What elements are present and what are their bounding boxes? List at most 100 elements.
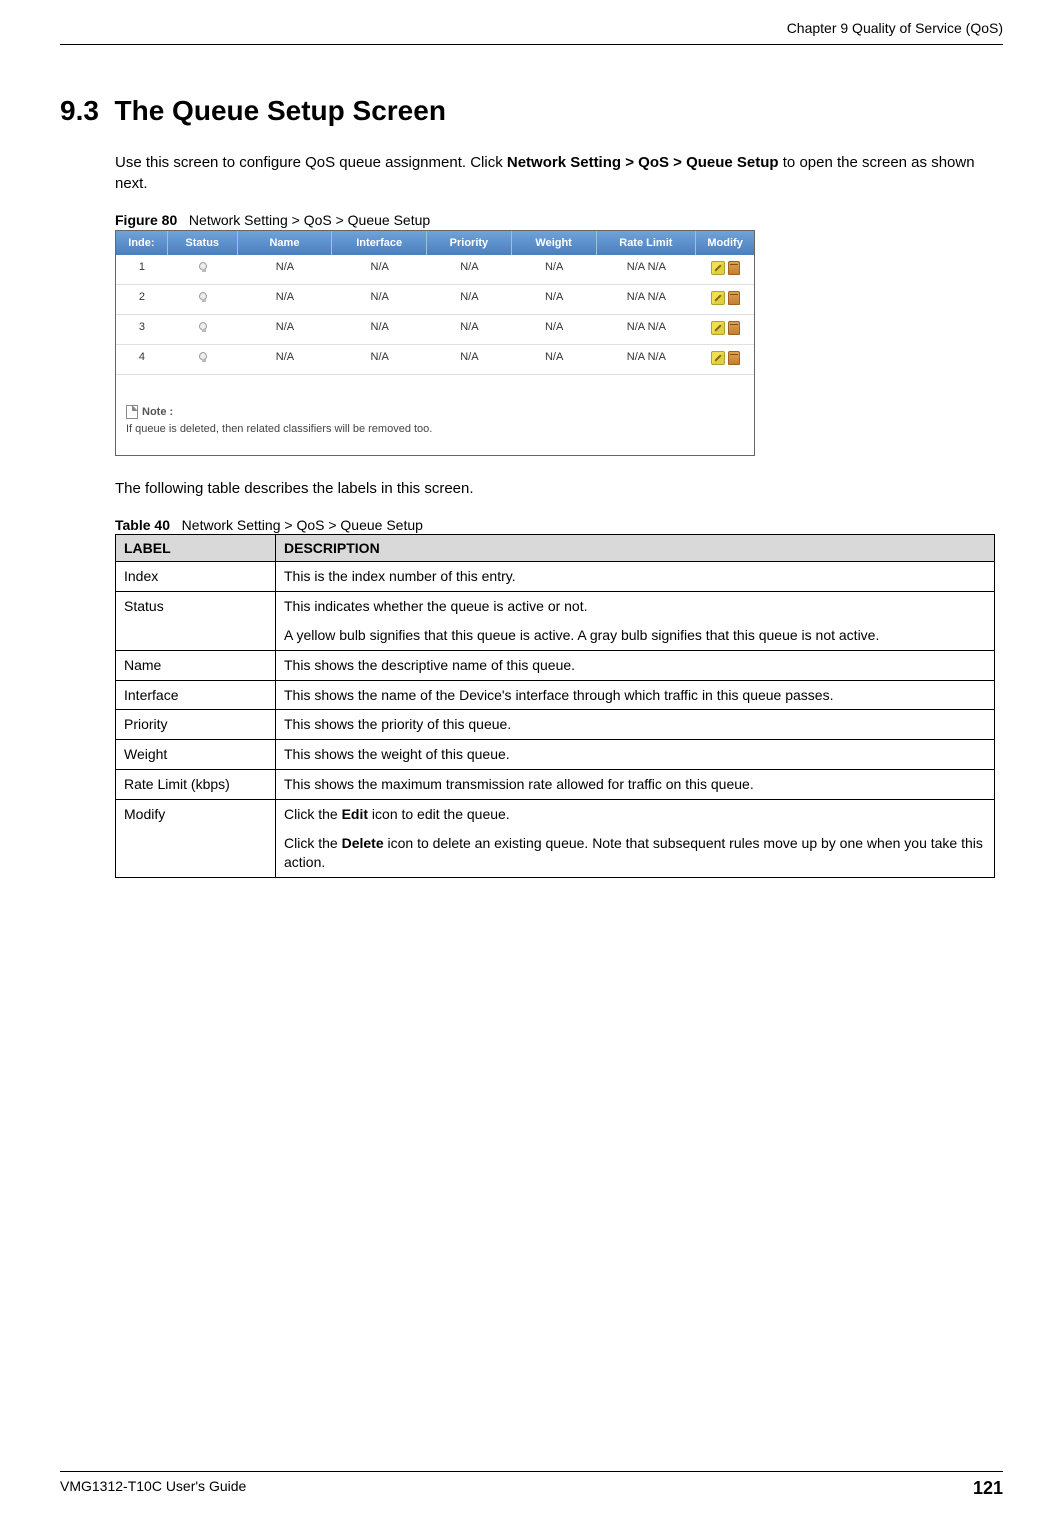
cell-rate-limit: N/A N/A: [597, 285, 697, 314]
cell-rate-limit: N/A N/A: [597, 255, 697, 284]
cell-status: [168, 345, 238, 374]
cell-interface: N/A: [332, 285, 427, 314]
table-row: 4N/AN/AN/AN/AN/A N/A: [116, 345, 754, 375]
cell-priority: N/A: [427, 285, 512, 314]
edit-icon[interactable]: [711, 291, 725, 305]
table-row: PriorityThis shows the priority of this …: [116, 710, 995, 740]
section-title: The Queue Setup Screen: [115, 95, 446, 126]
figure-label: Figure 80: [115, 212, 177, 228]
screenshot-figure: Inde: Status Name Interface Priority Wei…: [115, 230, 755, 456]
cell-description: This shows the weight of this queue.: [276, 740, 995, 770]
page-footer: VMG1312-T10C User's Guide 121: [60, 1471, 1003, 1499]
section-number: 9.3: [60, 95, 99, 126]
edit-icon[interactable]: [711, 261, 725, 275]
header-rule: [60, 44, 1003, 45]
cell-interface: N/A: [332, 345, 427, 374]
bulb-icon: [199, 262, 207, 270]
screenshot-note: Note : If queue is deleted, then related…: [116, 375, 754, 455]
header-status: Status: [168, 231, 238, 255]
table-header-row: LABEL DESCRIPTION: [116, 535, 995, 562]
cell-index: 2: [116, 285, 168, 314]
footer-page-number: 121: [973, 1478, 1003, 1499]
table-row: StatusThis indicates whether the queue i…: [116, 591, 995, 650]
cell-status: [168, 285, 238, 314]
delete-icon[interactable]: [728, 321, 740, 335]
cell-rate-limit: N/A N/A: [597, 345, 697, 374]
cell-name: N/A: [238, 255, 333, 284]
cell-modify: [696, 285, 754, 314]
table-row: IndexThis is the index number of this en…: [116, 562, 995, 592]
cell-description: This shows the priority of this queue.: [276, 710, 995, 740]
table-caption-text: Network Setting > QoS > Queue Setup: [182, 517, 423, 533]
table-row: ModifyClick the Edit icon to edit the qu…: [116, 800, 995, 878]
delete-icon[interactable]: [728, 291, 740, 305]
delete-icon[interactable]: [728, 351, 740, 365]
intro-paragraph: Use this screen to configure QoS queue a…: [115, 152, 1003, 194]
th-label: LABEL: [116, 535, 276, 562]
note-label: Note :: [126, 405, 744, 419]
note-text: If queue is deleted, then related classi…: [126, 423, 744, 435]
cell-modify: [696, 345, 754, 374]
cell-interface: N/A: [332, 255, 427, 284]
table-row: NameThis shows the descriptive name of t…: [116, 650, 995, 680]
cell-modify: [696, 315, 754, 344]
cell-weight: N/A: [512, 255, 597, 284]
intro-bold-path: Network Setting > QoS > Queue Setup: [507, 154, 779, 171]
description-table: LABEL DESCRIPTION IndexThis is the index…: [115, 534, 995, 878]
header-name: Name: [238, 231, 333, 255]
bulb-icon: [199, 292, 207, 300]
figure-caption-text: Network Setting > QoS > Queue Setup: [189, 212, 430, 228]
figure-caption: Figure 80 Network Setting > QoS > Queue …: [115, 212, 1003, 228]
cell-description: This indicates whether the queue is acti…: [276, 591, 995, 650]
cell-rate-limit: N/A N/A: [597, 315, 697, 344]
cell-label: Weight: [116, 740, 276, 770]
cell-label: Name: [116, 650, 276, 680]
cell-description: This is the index number of this entry.: [276, 562, 995, 592]
cell-index: 4: [116, 345, 168, 374]
cell-label: Rate Limit (kbps): [116, 770, 276, 800]
cell-status: [168, 255, 238, 284]
cell-description: This shows the name of the Device's inte…: [276, 680, 995, 710]
footer-guide-name: VMG1312-T10C User's Guide: [60, 1478, 246, 1499]
table-caption: Table 40 Network Setting > QoS > Queue S…: [115, 517, 1003, 533]
cell-priority: N/A: [427, 255, 512, 284]
cell-label: Index: [116, 562, 276, 592]
intro-text-1: Use this screen to configure QoS queue a…: [115, 154, 507, 171]
table-row: 3N/AN/AN/AN/AN/A N/A: [116, 315, 754, 345]
cell-name: N/A: [238, 285, 333, 314]
cell-weight: N/A: [512, 285, 597, 314]
edit-icon[interactable]: [711, 351, 725, 365]
mid-paragraph: The following table describes the labels…: [115, 478, 1003, 499]
cell-description: Click the Edit icon to edit the queue.Cl…: [276, 800, 995, 878]
header-weight: Weight: [512, 231, 597, 255]
table-row: 2N/AN/AN/AN/AN/A N/A: [116, 285, 754, 315]
cell-weight: N/A: [512, 315, 597, 344]
cell-name: N/A: [238, 315, 333, 344]
table-label: Table 40: [115, 517, 170, 533]
chapter-header: Chapter 9 Quality of Service (QoS): [60, 20, 1003, 39]
header-interface: Interface: [332, 231, 427, 255]
th-description: DESCRIPTION: [276, 535, 995, 562]
delete-icon[interactable]: [728, 261, 740, 275]
cell-modify: [696, 255, 754, 284]
table-row: 1N/AN/AN/AN/AN/A N/A: [116, 255, 754, 285]
cell-description: This shows the descriptive name of this …: [276, 650, 995, 680]
cell-label: Status: [116, 591, 276, 650]
cell-priority: N/A: [427, 315, 512, 344]
table-row: WeightThis shows the weight of this queu…: [116, 740, 995, 770]
cell-label: Interface: [116, 680, 276, 710]
note-label-text: Note :: [142, 406, 173, 418]
header-modify: Modify: [696, 231, 754, 255]
table-row: InterfaceThis shows the name of the Devi…: [116, 680, 995, 710]
cell-status: [168, 315, 238, 344]
header-priority: Priority: [427, 231, 512, 255]
cell-description: This shows the maximum transmission rate…: [276, 770, 995, 800]
header-rate-limit: Rate Limit: [597, 231, 697, 255]
edit-icon[interactable]: [711, 321, 725, 335]
cell-priority: N/A: [427, 345, 512, 374]
header-index: Inde:: [116, 231, 168, 255]
section-heading: 9.3 The Queue Setup Screen: [60, 95, 1003, 127]
cell-weight: N/A: [512, 345, 597, 374]
cell-index: 1: [116, 255, 168, 284]
cell-index: 3: [116, 315, 168, 344]
